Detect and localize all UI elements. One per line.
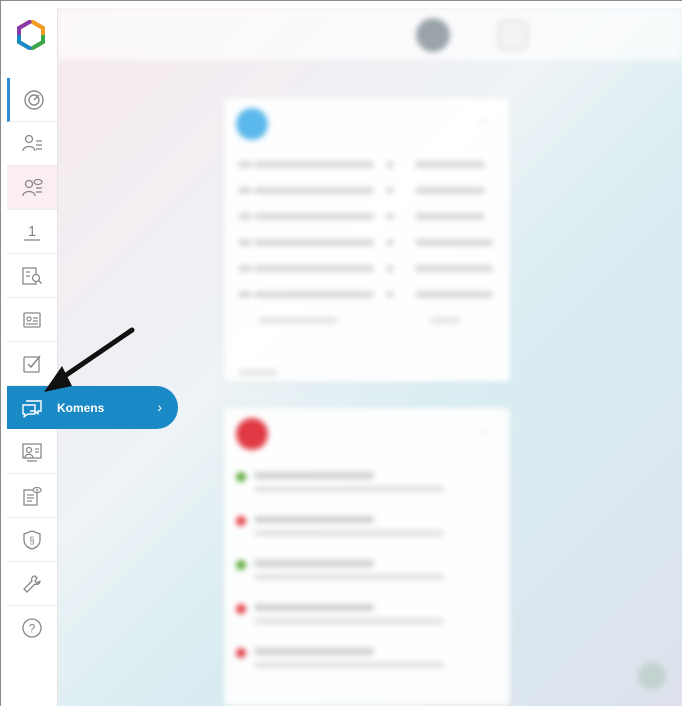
blurred-background: ··· ··· [58, 8, 682, 706]
sidebar-item-people-list[interactable] [7, 122, 57, 166]
sidebar-item-documents-search[interactable] [7, 254, 57, 298]
list-item [238, 316, 500, 328]
message-item[interactable] [236, 602, 498, 632]
svg-text:?: ? [29, 622, 36, 636]
more-icon[interactable]: ··· [478, 424, 490, 438]
more-icon[interactable]: ··· [478, 114, 490, 128]
sidebar-item-label: Komens [57, 400, 105, 415]
documents-search-icon [22, 266, 42, 285]
list-item [238, 186, 500, 198]
help-icon: ? [22, 618, 42, 638]
list-item [238, 290, 500, 302]
sidebar-item-komens[interactable]: Komens › [7, 386, 178, 429]
sidebar-item-people-view[interactable] [7, 166, 57, 210]
main-content: ··· ··· [58, 8, 682, 706]
message-item[interactable] [236, 558, 498, 588]
grades-icon: 1 [24, 223, 40, 241]
message-item[interactable] [236, 470, 498, 500]
svg-text:§: § [29, 536, 35, 547]
id-card-icon [23, 311, 41, 328]
sidebar-item-shield[interactable]: § [7, 518, 57, 562]
app-logo-icon [17, 20, 45, 50]
classroom-icon [22, 442, 42, 462]
people-view-icon [22, 178, 43, 196]
komens-card: ··· [224, 408, 510, 706]
top-bar [58, 8, 682, 60]
people-list-icon [22, 134, 42, 151]
sidebar-item-grades[interactable]: 1 [7, 210, 57, 254]
timetable-card: ··· [224, 98, 510, 382]
card-icon [236, 108, 268, 140]
sidebar-item-tasks[interactable] [7, 342, 57, 386]
shield-icon: § [23, 529, 41, 550]
card-icon [236, 418, 268, 450]
sidebar-item-id-card[interactable] [7, 298, 57, 342]
sidebar: 1 § ? [7, 8, 58, 706]
sidebar-item-dashboard[interactable] [7, 78, 57, 122]
pager[interactable] [238, 368, 500, 380]
chat-bubbles-icon [22, 399, 42, 418]
list-item [238, 160, 500, 172]
message-item[interactable] [236, 646, 498, 676]
report-view-icon [23, 486, 42, 506]
list-item [238, 264, 500, 276]
user-icon[interactable] [498, 20, 528, 50]
top-avatar[interactable] [416, 18, 450, 52]
list-item [238, 238, 500, 250]
message-item[interactable] [236, 514, 498, 544]
checkbox-icon [23, 355, 41, 373]
sidebar-item-reports[interactable] [7, 474, 57, 518]
sidebar-item-settings[interactable] [7, 562, 57, 606]
chevron-right-icon: › [157, 399, 162, 415]
list-item [238, 212, 500, 224]
sidebar-item-help[interactable]: ? [7, 606, 57, 650]
sidebar-item-classroom[interactable] [7, 430, 57, 474]
fab-button[interactable] [638, 662, 666, 690]
wrench-icon [23, 574, 41, 593]
svg-text:1: 1 [28, 223, 36, 240]
dashboard-icon [23, 89, 44, 110]
